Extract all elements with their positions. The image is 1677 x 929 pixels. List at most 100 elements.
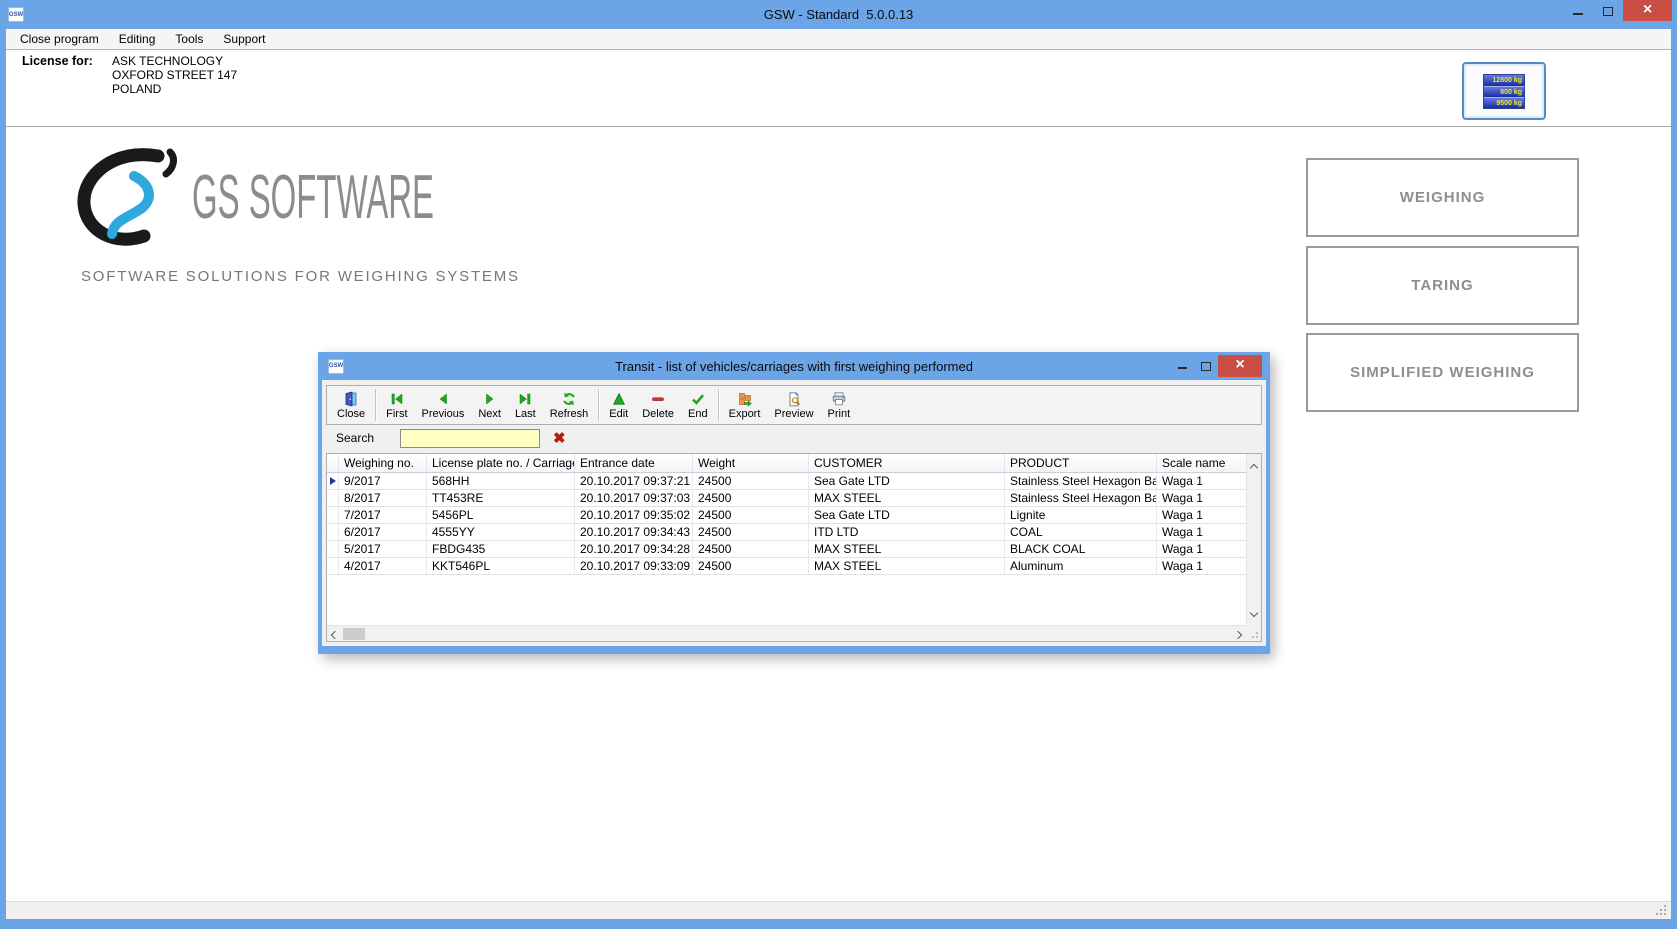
table-row[interactable]: 5/2017FBDG43520.10.2017 09:34:2824500MAX… xyxy=(327,541,1246,558)
weighing-button[interactable]: WEIGHING xyxy=(1306,158,1579,237)
row-selector xyxy=(327,473,339,489)
close-button[interactable]: × xyxy=(1623,0,1672,21)
license-line: POLAND xyxy=(112,82,237,96)
toolbar-button-label: End xyxy=(688,408,708,420)
table-cell: KKT546PL xyxy=(427,558,575,574)
toolbar-end-button[interactable]: End xyxy=(681,387,715,423)
toolbar-button-label: Delete xyxy=(642,408,674,420)
resize-grip-icon[interactable] xyxy=(1664,913,1666,915)
table-cell: BLACK COAL xyxy=(1005,541,1157,557)
toolbar-print-button[interactable]: Print xyxy=(821,387,858,423)
menu-editing[interactable]: Editing xyxy=(109,30,166,49)
table-cell: MAX STEEL xyxy=(809,541,1005,557)
transit-minimize-button[interactable] xyxy=(1170,355,1194,377)
transit-window: GSW Transit - list of vehicles/carriages… xyxy=(318,352,1270,654)
table-cell: Waga 1 xyxy=(1157,558,1246,574)
toolbar-button-label: First xyxy=(386,408,407,420)
toolbar-preview-button[interactable]: Preview xyxy=(767,387,820,423)
toolbar-previous-button[interactable]: Previous xyxy=(415,387,472,423)
scroll-up-button[interactable] xyxy=(1251,458,1257,476)
table-header: Weighing no. License plate no. / Carriag… xyxy=(327,454,1246,473)
column-header[interactable]: License plate no. / Carriage xyxy=(427,454,575,472)
table-cell: Aluminum xyxy=(1005,558,1157,574)
column-header[interactable]: Entrance date xyxy=(575,454,693,472)
column-header[interactable]: Weight xyxy=(693,454,809,472)
vertical-scrollbar[interactable] xyxy=(1246,454,1261,625)
weight-display-row: 800 kg xyxy=(1484,86,1524,97)
next-record-icon xyxy=(482,391,498,407)
toolbar-button-label: Refresh xyxy=(550,408,589,420)
search-input[interactable] xyxy=(400,429,540,448)
table-cell: 24500 xyxy=(693,490,809,506)
toolbar-last-button[interactable]: Last xyxy=(508,387,543,423)
close-icon: × xyxy=(1235,357,1244,373)
toolbar-refresh-button[interactable]: Refresh xyxy=(543,387,596,423)
row-selector xyxy=(327,524,339,540)
clear-search-button[interactable]: ✖ xyxy=(553,431,566,446)
license-label: License for: xyxy=(22,54,93,68)
table-cell: 20.10.2017 09:37:03 xyxy=(575,490,693,506)
license-section: License for: ASK TECHNOLOGY OXFORD STREE… xyxy=(6,50,1671,127)
clear-icon: ✖ xyxy=(553,430,566,447)
chevron-up-icon xyxy=(1250,464,1258,472)
toolbar-first-button[interactable]: First xyxy=(379,387,414,423)
table-body: 9/2017568HH20.10.2017 09:37:2124500Sea G… xyxy=(327,473,1246,575)
toolbar-next-button[interactable]: Next xyxy=(471,387,508,423)
horizontal-scrollbar[interactable] xyxy=(327,625,1246,641)
maximize-icon xyxy=(1603,7,1613,16)
window-border-right xyxy=(1671,29,1677,929)
toolbar-edit-button[interactable]: Edit xyxy=(602,387,635,423)
table-row[interactable]: 9/2017568HH20.10.2017 09:37:2124500Sea G… xyxy=(327,473,1246,490)
weight-display-row: 9500 kg xyxy=(1484,97,1524,108)
table-cell: 24500 xyxy=(693,541,809,557)
toolbar-export-button[interactable]: Export xyxy=(722,387,768,423)
scrollbar-corner xyxy=(1246,625,1261,641)
weight-display-row: 12800 kg xyxy=(1484,75,1524,86)
table-cell: Waga 1 xyxy=(1157,473,1246,489)
h-scroll-thumb[interactable] xyxy=(343,628,365,640)
menu-support[interactable]: Support xyxy=(213,30,275,49)
toolbar-button-label: Previous xyxy=(422,408,465,420)
column-header[interactable]: CUSTOMER xyxy=(809,454,1005,472)
table-row[interactable]: 7/20175456PL20.10.2017 09:35:0224500Sea … xyxy=(327,507,1246,524)
resize-grip-icon[interactable] xyxy=(1256,636,1258,638)
table-cell: Sea Gate LTD xyxy=(809,507,1005,523)
scroll-down-button[interactable] xyxy=(1251,603,1257,621)
menu-close-program[interactable]: Close program xyxy=(10,30,109,49)
transit-titlebar: GSW Transit - list of vehicles/carriages… xyxy=(322,352,1266,380)
minimize-button[interactable] xyxy=(1563,0,1593,21)
table-cell: 7/2017 xyxy=(339,507,427,523)
table-cell: 24500 xyxy=(693,473,809,489)
taring-button[interactable]: TARING xyxy=(1306,246,1579,325)
menu-tools[interactable]: Tools xyxy=(165,30,213,49)
table-row[interactable]: 6/20174555YY20.10.2017 09:34:4324500ITD … xyxy=(327,524,1246,541)
column-header[interactable]: PRODUCT xyxy=(1005,454,1157,472)
table-row[interactable]: 8/2017TT453RE20.10.2017 09:37:0324500MAX… xyxy=(327,490,1246,507)
table-cell: Stainless Steel Hexagon Bar xyxy=(1005,490,1157,506)
column-header[interactable]: Weighing no. xyxy=(339,454,427,472)
simplified-weighing-button[interactable]: SIMPLIFIED WEIGHING xyxy=(1306,333,1579,412)
maximize-button[interactable] xyxy=(1593,0,1623,21)
toolbar-separator xyxy=(598,389,599,421)
transit-maximize-button[interactable] xyxy=(1194,355,1218,377)
edit-icon xyxy=(611,391,627,407)
transit-toolbar: Close First Previous Next xyxy=(326,385,1262,425)
toolbar-delete-button[interactable]: Delete xyxy=(635,387,681,423)
table-row[interactable]: 4/2017KKT546PL20.10.2017 09:33:0924500MA… xyxy=(327,558,1246,575)
scroll-right-button[interactable] xyxy=(1235,625,1241,643)
first-record-icon xyxy=(389,391,405,407)
weight-display-icon: 12800 kg 800 kg 9500 kg xyxy=(1483,74,1525,109)
scroll-left-button[interactable] xyxy=(332,625,338,643)
table-cell: 5456PL xyxy=(427,507,575,523)
search-row: Search ✖ xyxy=(322,425,1266,451)
scale-display-button[interactable]: 12800 kg 800 kg 9500 kg xyxy=(1462,62,1546,120)
toolbar-button-label: Close xyxy=(337,408,365,420)
column-header[interactable]: Scale name xyxy=(1157,454,1246,472)
toolbar-separator xyxy=(718,389,719,421)
transit-close-button[interactable]: × xyxy=(1218,355,1262,377)
table-cell: 24500 xyxy=(693,558,809,574)
delete-icon xyxy=(650,391,666,407)
table-cell: Stainless Steel Hexagon Bar xyxy=(1005,473,1157,489)
toolbar-button-label: Last xyxy=(515,408,536,420)
toolbar-close-button[interactable]: Close xyxy=(330,387,372,423)
